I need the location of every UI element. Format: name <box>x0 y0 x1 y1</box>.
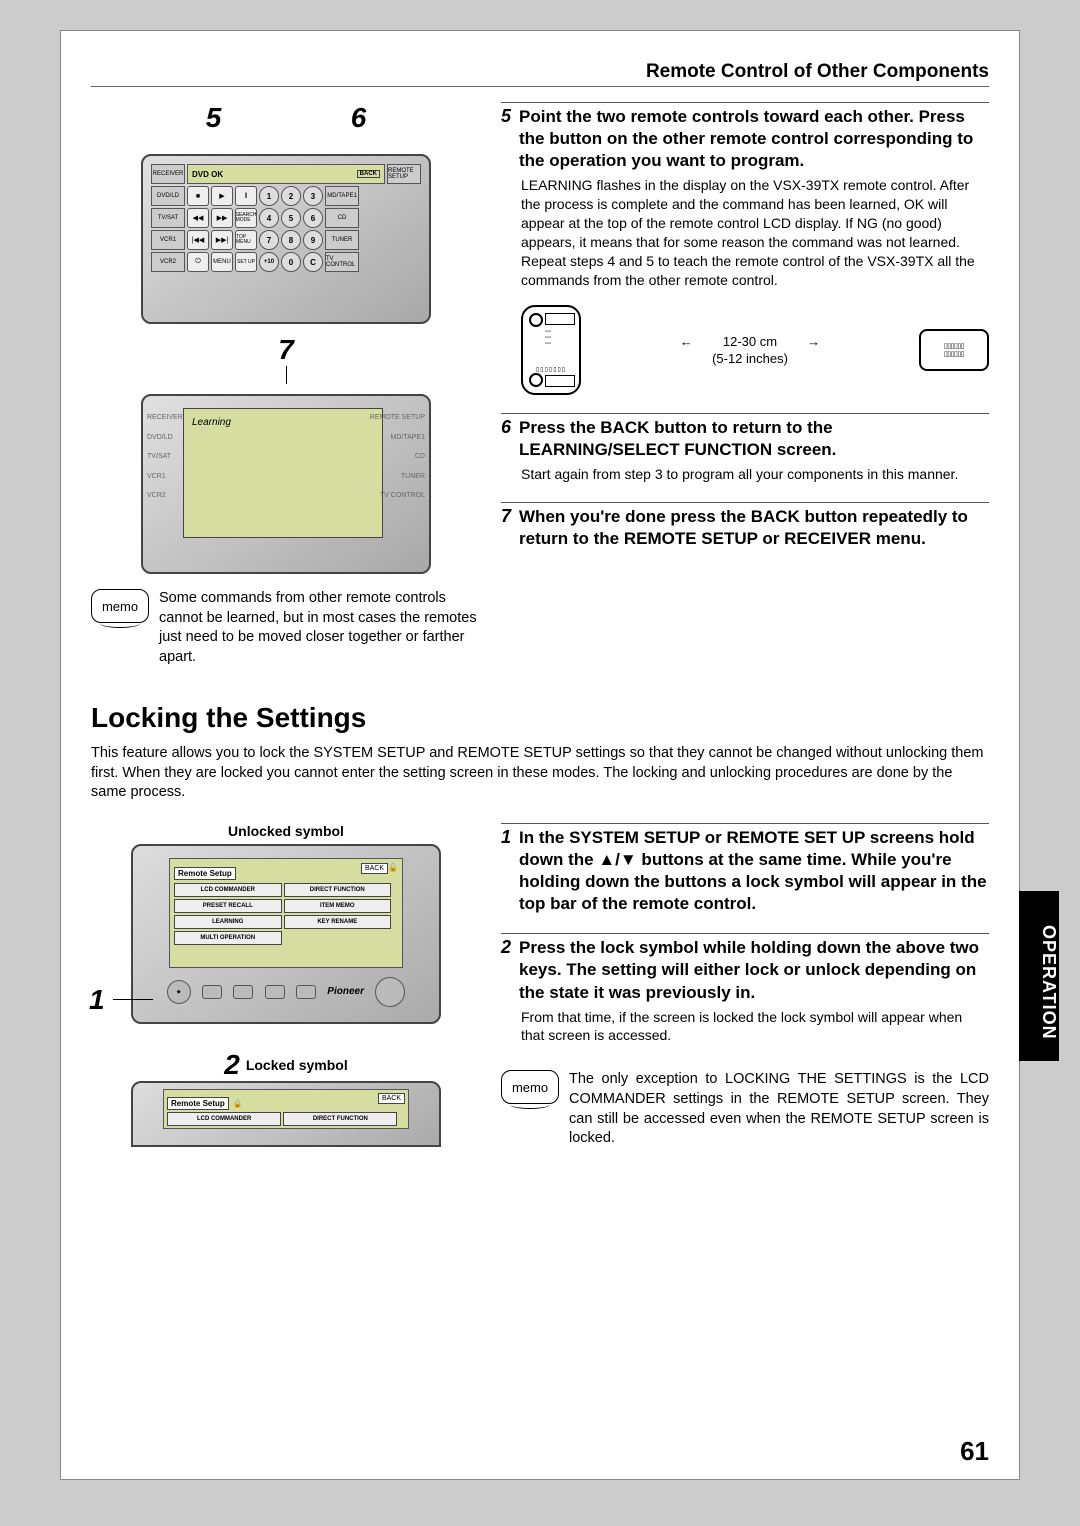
step-5-body: LEARNING flashes in the display on the V… <box>521 176 989 289</box>
lock-step-1-title: In the SYSTEM SETUP or REMOTE SET UP scr… <box>519 827 989 915</box>
figure-callouts: 5 6 <box>91 102 481 134</box>
unlocked-symbol-label: Unlocked symbol <box>91 823 481 839</box>
page-header: Remote Control of Other Components <box>91 61 989 87</box>
lock-step-1: 1 In the SYSTEM SETUP or REMOTE SET UP s… <box>501 823 989 915</box>
memo-text-2: The only exception to LOCKING THE SETTIN… <box>569 1070 989 1148</box>
remote-outline-1: ▫▫▫▫▫▫▫▫▫ ▯▯▯▯▯▯▯ <box>521 305 581 395</box>
callout-2: 2 <box>224 1049 240 1081</box>
page-number: 61 <box>960 1436 989 1467</box>
lock-step-2-title: Press the lock symbol while holding down… <box>519 937 989 1003</box>
brand-logo: Pioneer <box>327 986 364 997</box>
memo-note-1: memo Some commands from other remote con… <box>91 589 481 667</box>
remote-diagram-learning: Learning RECEIVER DVD/LD TV/SAT VCR1 VCR… <box>141 394 431 574</box>
callout-7: 7 <box>91 334 481 366</box>
callout-6: 6 <box>351 102 367 134</box>
section-tab: OPERATION <box>1019 891 1059 1061</box>
memo-icon: memo <box>501 1070 559 1104</box>
memo-note-2: memo The only exception to LOCKING THE S… <box>501 1070 989 1148</box>
step-5-title: Point the two remote controls toward eac… <box>519 106 989 172</box>
memo-icon: memo <box>91 589 149 623</box>
callout-1: 1 <box>89 984 105 1016</box>
locked-symbol-label: Locked symbol <box>246 1057 348 1073</box>
lock-step-2: 2 Press the lock symbol while holding do… <box>501 933 989 1045</box>
header-title: Remote Control of Other Components <box>646 61 989 82</box>
remote-diagram-top: RECEIVER DVD OKBACK REMOTE SETUP DVD/LD … <box>141 154 431 324</box>
step-6-title: Press the BACK button to return to the L… <box>519 417 989 461</box>
step-7: 7 When you're done press the BACK button… <box>501 502 989 550</box>
section-heading-locking: Locking the Settings <box>91 702 989 734</box>
step-7-title: When you're done press the BACK button r… <box>519 506 989 550</box>
remote-setup-diagram-unlocked: Remote Setup 🔓 BACK LCD COMMANDER DIRECT… <box>131 844 441 1024</box>
step-6-body: Start again from step 3 to program all y… <box>521 465 989 484</box>
remote-outline-2: ▯▯▯▯▯▯▯▯▯▯▯▯ <box>919 329 989 371</box>
memo-text-1: Some commands from other remote controls… <box>159 589 481 667</box>
remote-setup-diagram-locked: Remote Setup 🔒 BACK LCD COMMANDER DIRECT… <box>131 1081 441 1147</box>
section-intro: This feature allows you to lock the SYST… <box>91 744 989 803</box>
callout-5: 5 <box>206 102 222 134</box>
remote-distance-diagram: ▫▫▫▫▫▫▫▫▫ ▯▯▯▯▯▯▯ 12-30 cm (5-12 inches)… <box>521 305 989 395</box>
dpad-icon: ◆ <box>167 980 191 1004</box>
step-5: 5 Point the two remote controls toward e… <box>501 102 989 395</box>
lock-step-2-body: From that time, if the screen is locked … <box>521 1008 989 1046</box>
lcd-learning-text: Learning <box>183 408 383 538</box>
step-6: 6 Press the BACK button to return to the… <box>501 413 989 484</box>
